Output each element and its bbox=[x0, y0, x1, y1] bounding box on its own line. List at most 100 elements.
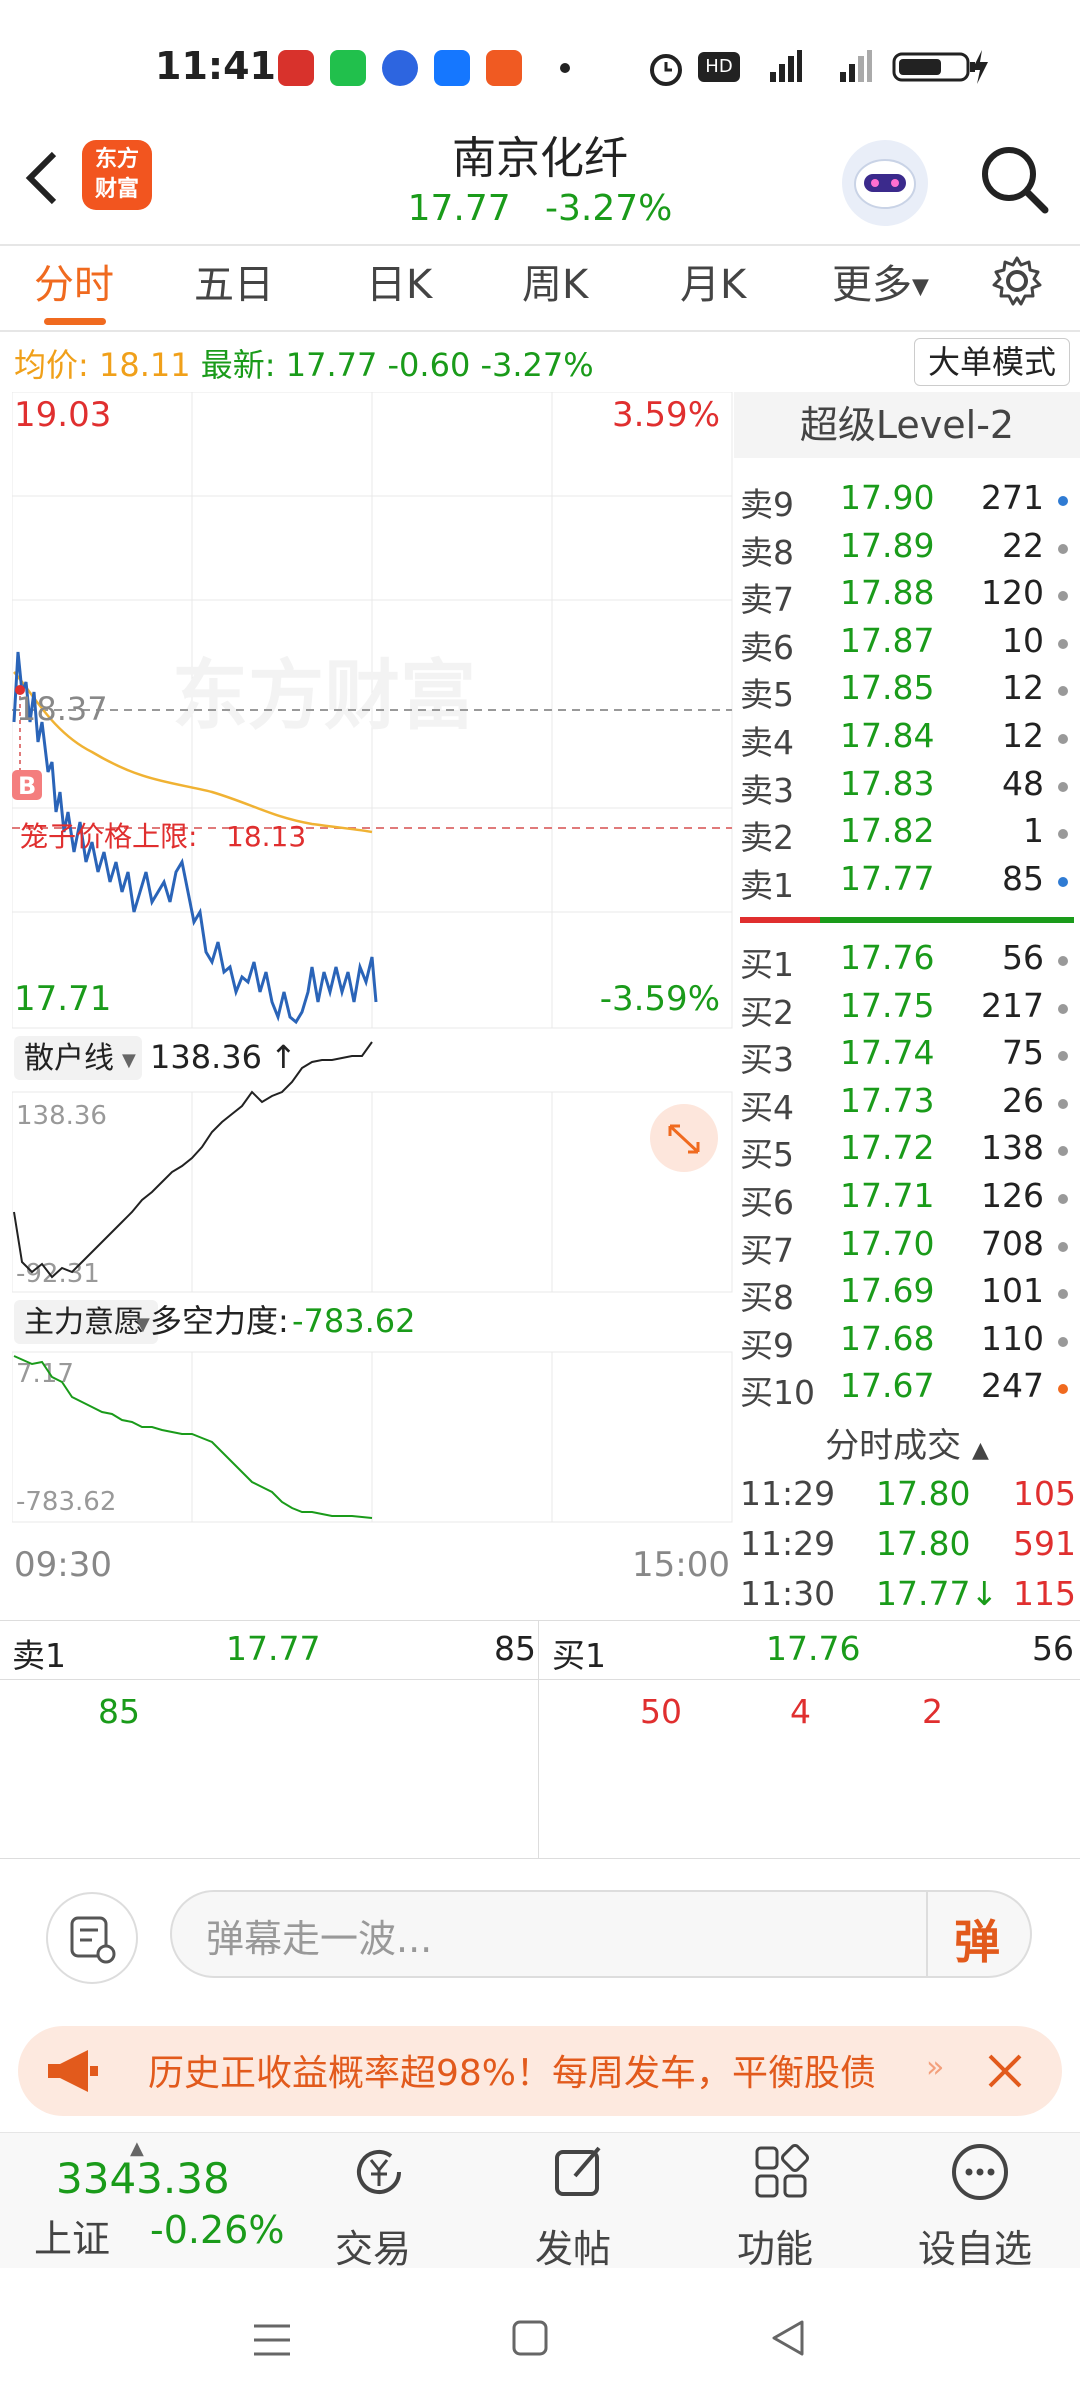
tab-more[interactable]: 更多▼ bbox=[832, 252, 929, 310]
ask-row[interactable]: 卖6 17.87 10 bbox=[740, 620, 1070, 667]
bid-indicator-dot bbox=[1058, 1003, 1068, 1014]
bid-indicator-dot bbox=[1058, 1194, 1068, 1204]
bid-volume: 101 bbox=[981, 1271, 1044, 1311]
up-arrow-icon: ↑ bbox=[270, 1038, 297, 1076]
ask-indicator-dot bbox=[1058, 686, 1068, 697]
menu-icon[interactable] bbox=[250, 2320, 294, 2360]
trades-title[interactable]: 分时成交 ▲ bbox=[734, 1418, 1080, 1468]
big-order-mode-button[interactable]: 大单模式 bbox=[914, 338, 1070, 386]
trade-volume: 115 bbox=[1013, 1574, 1076, 1613]
ask-indicator-dot bbox=[1058, 638, 1068, 649]
orderbook-divider-sell bbox=[740, 917, 820, 923]
search-icon[interactable] bbox=[975, 140, 1055, 220]
bid-price: 17.73 bbox=[840, 1080, 935, 1120]
tab-monthly-k[interactable]: 月K bbox=[680, 252, 746, 310]
trade-volume: 591 bbox=[1013, 1524, 1076, 1563]
danmu-settings-button[interactable] bbox=[46, 1892, 138, 1984]
header-change-pct: -3.27% bbox=[545, 188, 673, 229]
bid-row[interactable]: 买10 17.67 247 bbox=[740, 1366, 1070, 1412]
watermark: 东方财富 bbox=[172, 654, 476, 739]
bid-volume: 247 bbox=[981, 1366, 1044, 1406]
ask-level-label: 卖3 bbox=[740, 770, 794, 810]
trade-price: 17.80 bbox=[876, 1524, 971, 1563]
ask-volume: 120 bbox=[981, 573, 1044, 613]
ask-level-label: 卖9 bbox=[740, 485, 794, 524]
ask-volume: 10 bbox=[1002, 620, 1044, 660]
bid-row[interactable]: 买4 17.73 26 bbox=[740, 1080, 1070, 1127]
queue-buy-vol: 56 bbox=[1032, 1629, 1074, 1668]
bid-row[interactable]: 买6 17.71 126 bbox=[740, 1176, 1070, 1222]
ask-level-label: 卖5 bbox=[740, 675, 794, 715]
ask-row[interactable]: 卖9 17.90 271 bbox=[740, 478, 1070, 524]
latest-value: 17.77 bbox=[285, 346, 378, 384]
main-select-caret-icon: ▼ bbox=[136, 1314, 150, 1335]
tab-weekly-k[interactable]: 周K bbox=[522, 252, 588, 310]
queue-header-row: 卖1 17.77 85 买1 17.76 56 bbox=[0, 1620, 1080, 1680]
bid-row[interactable]: 买3 17.74 75 bbox=[740, 1033, 1070, 1079]
ask-row[interactable]: 卖7 17.88 120 bbox=[740, 573, 1070, 619]
latest-label: 最新: bbox=[200, 346, 276, 384]
nav-post[interactable]: 发帖 bbox=[505, 2142, 645, 2272]
tab-more-label: 更多 bbox=[832, 262, 912, 308]
retail-max-label: 138.36 bbox=[16, 1101, 107, 1131]
ask-row[interactable]: 卖3 17.83 48 bbox=[740, 763, 1070, 810]
ask-price: 17.87 bbox=[840, 620, 935, 660]
tab-daily-k[interactable]: 日K bbox=[366, 252, 432, 310]
bid-row[interactable]: 买5 17.72 138 bbox=[740, 1128, 1070, 1174]
cage-limit-value: 18.13 bbox=[226, 820, 306, 853]
bid-row[interactable]: 买7 17.70 708 bbox=[740, 1224, 1070, 1270]
level2-title[interactable]: 超级Level-2 bbox=[734, 392, 1080, 458]
tab-five-day[interactable]: 五日 bbox=[194, 252, 274, 310]
index-quote[interactable]: ▲ 3343.38 上证 -0.26% bbox=[30, 2138, 284, 2268]
bid-level-label: 买5 bbox=[740, 1135, 794, 1175]
ask-row[interactable]: 卖1 17.77 85 bbox=[740, 859, 1070, 905]
bid-row[interactable]: 买2 17.75 217 bbox=[740, 985, 1070, 1032]
signal-5g-icon bbox=[770, 50, 802, 82]
settings-gear-icon[interactable] bbox=[990, 254, 1044, 308]
orderbook-divider-buy bbox=[820, 917, 1074, 923]
bid-level-label: 买3 bbox=[740, 1040, 794, 1080]
chart-low-pct-label: -3.59% bbox=[600, 979, 720, 1019]
tab-intraday[interactable]: 分时 bbox=[34, 252, 114, 310]
intraday-chart[interactable]: 东方财富 B 19.03 3.59% 18.37 笼子价格上限: 18.13 1… bbox=[12, 392, 734, 1620]
index-name: 上证 bbox=[34, 2217, 111, 2261]
more-notifications-icon bbox=[560, 63, 570, 73]
ask-price: 17.83 bbox=[840, 763, 935, 803]
close-icon[interactable] bbox=[984, 2050, 1026, 2092]
nav-add-watchlist[interactable]: 设自选 bbox=[908, 2142, 1068, 2272]
trades-title-label: 分时成交 bbox=[825, 1426, 962, 1466]
retail-line-value: 138.36 bbox=[150, 1038, 262, 1076]
bid-price: 17.71 bbox=[840, 1176, 935, 1215]
trade-price: 17.77↓ bbox=[876, 1574, 999, 1613]
home-icon[interactable] bbox=[510, 2318, 550, 2358]
retail-line-select-label: 散户线 bbox=[24, 1041, 114, 1076]
danmu-send-button[interactable]: 弹 bbox=[926, 1892, 1032, 1976]
bid-price: 17.75 bbox=[840, 985, 935, 1025]
trade-row: 11:29 17.80 105 bbox=[740, 1474, 1076, 1524]
buy-marker-text: B bbox=[18, 772, 36, 800]
bid-indicator-dot bbox=[1058, 1146, 1068, 1157]
ask-price: 17.88 bbox=[840, 573, 935, 613]
bid-row[interactable]: 买1 17.76 56 bbox=[740, 938, 1070, 984]
assistant-robot-avatar[interactable] bbox=[842, 140, 928, 226]
bid-row[interactable]: 买8 17.69 101 bbox=[740, 1271, 1070, 1317]
chart-high-pct-label: 3.59% bbox=[612, 395, 720, 435]
ask-row[interactable]: 卖8 17.89 22 bbox=[740, 526, 1070, 572]
bid-row[interactable]: 买9 17.68 110 bbox=[740, 1319, 1070, 1365]
chart-tabs: 分时 五日 日K 周K 月K 更多▼ bbox=[0, 246, 1080, 330]
bid-volume: 126 bbox=[981, 1176, 1044, 1215]
queue-divider bbox=[538, 1620, 539, 1858]
ask-row[interactable]: 卖4 17.84 12 bbox=[740, 716, 1070, 762]
ask-level-label: 卖7 bbox=[740, 580, 794, 620]
danmu-settings-icon bbox=[70, 1916, 116, 1964]
back-nav-icon[interactable] bbox=[768, 2318, 808, 2358]
ask-row[interactable]: 卖2 17.82 1 bbox=[740, 811, 1070, 857]
nav-post-label: 发帖 bbox=[535, 2227, 612, 2271]
trade-volume: 105 bbox=[1013, 1474, 1076, 1513]
nav-trade[interactable]: 交易 bbox=[305, 2142, 445, 2272]
buy-queue-order: 50 bbox=[640, 1692, 682, 1731]
nav-functions[interactable]: 功能 bbox=[707, 2142, 847, 2272]
long-short-value: -783.62 bbox=[292, 1302, 416, 1340]
main-max-label: 7.17 bbox=[16, 1359, 74, 1389]
ask-row[interactable]: 卖5 17.85 12 bbox=[740, 668, 1070, 714]
